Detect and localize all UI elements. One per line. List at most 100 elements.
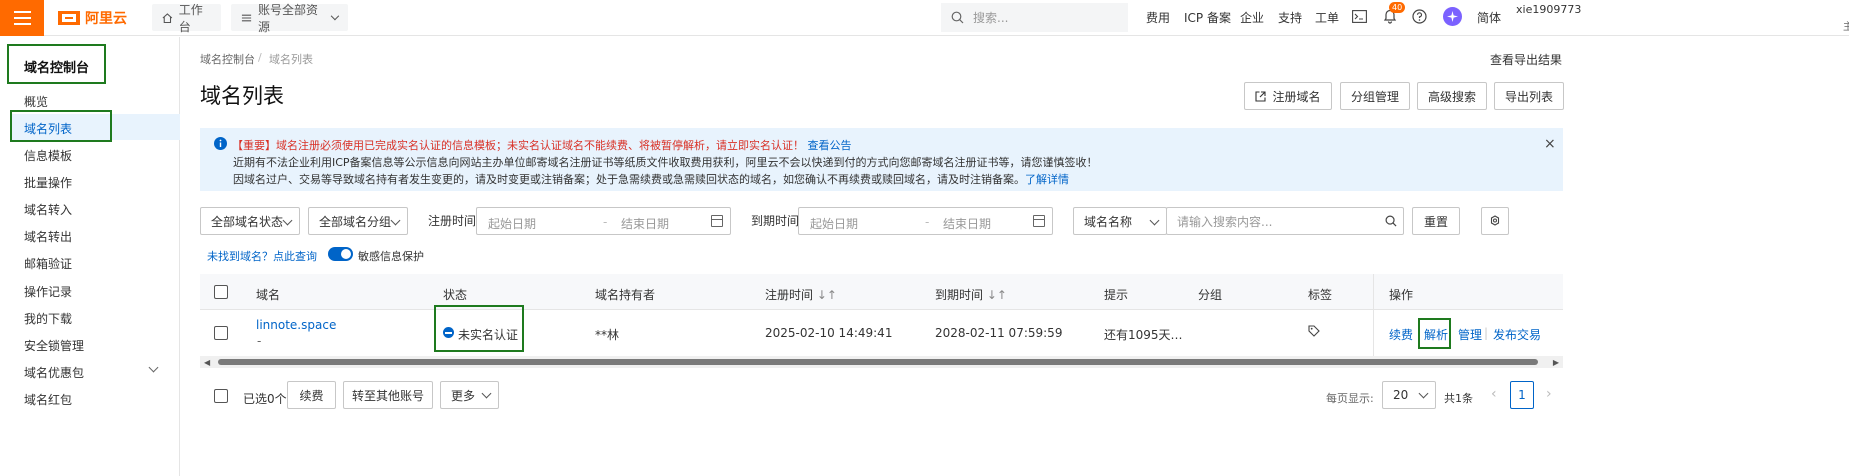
col-tags: 标签 [1308,288,1333,302]
next-page-icon[interactable]: › [1546,386,1552,402]
horizontal-scrollbar[interactable]: ◀ ▶ [200,356,1563,368]
global-search-input[interactable]: 搜索... [941,3,1128,32]
sidebar-title[interactable]: 域名控制台 [24,57,89,76]
aliyun-logo[interactable]: 阿里云 [58,8,127,28]
notice-announcement-link[interactable]: 查看公告 [808,139,852,152]
sidebar-item-transfer-out[interactable]: 域名转出 [24,228,72,245]
sensitive-label: 敏感信息保护 [358,250,424,263]
exp-time-range-input[interactable]: 起始日期 - 结束日期 [798,207,1053,235]
reset-button[interactable]: 重置 [1412,207,1460,235]
sidebar-item-email-verify[interactable]: 邮箱验证 [24,255,72,272]
export-list-button[interactable]: 导出列表 [1494,82,1564,110]
page-1-button[interactable]: 1 [1510,381,1534,409]
close-icon[interactable]: × [1544,136,1556,152]
user-name[interactable]: xie1909773 [1516,3,1581,16]
register-domain-button[interactable]: 注册域名 [1244,82,1332,110]
breadcrumb-root[interactable]: 域名控制台 [200,51,255,67]
search-icon [951,11,964,24]
domain-sub: - [257,334,262,348]
sidebar-item-security-lock[interactable]: 安全锁管理 [24,337,84,354]
reg-time-label: 注册时间 [428,214,477,228]
sidebar-item-discount-pack[interactable]: 域名优惠包 [24,364,84,381]
chevron-down-icon[interactable] [148,362,159,373]
home-icon [162,12,173,23]
menu-icon[interactable] [0,0,44,36]
prev-page-icon[interactable]: ‹ [1491,386,1497,402]
nav-ticket[interactable]: 工单 [1315,9,1339,26]
hint-cell: 还有1095天… [1104,328,1183,342]
notice-details-link[interactable]: 了解详情 [1025,173,1069,186]
notification-badge: 40 [1389,2,1406,13]
sidebar-item-op-log[interactable]: 操作记录 [24,283,72,300]
reg-time-cell: 2025-02-10 14:49:41 [765,326,893,340]
more-actions-button[interactable]: 更多 [440,381,499,409]
group-manage-button[interactable]: 分组管理 [1340,82,1410,110]
col-exp-time[interactable]: 到期时间 ↓↑ [935,286,1007,303]
total-count: 共1条 [1444,392,1473,405]
col-owner: 域名持有者 [595,288,656,302]
col-reg-time[interactable]: 注册时间 ↓↑ [765,286,837,303]
sidebar-item-domain-list[interactable]: 域名列表 [24,120,72,137]
sidebar-item-transfer-in[interactable]: 域名转入 [24,201,72,218]
nav-billing[interactable]: 费用 [1146,9,1170,26]
sidebar-item-templates[interactable]: 信息模板 [24,147,72,164]
col-status: 状态 [443,288,468,302]
calendar-icon [1033,215,1045,227]
footer-select-all-checkbox[interactable] [214,389,228,403]
sidebar-item-downloads[interactable]: 我的下载 [24,310,72,327]
nav-icp[interactable]: ICP 备案 [1184,9,1231,26]
renew-link[interactable]: 续费 [1389,326,1413,343]
page-size-select[interactable]: 20 [1382,381,1436,409]
tag-icon[interactable] [1308,325,1320,337]
domain-search-input[interactable]: 请输入搜索内容... [1166,207,1404,235]
manage-link[interactable]: 管理 [1458,326,1482,343]
logo-text: 阿里云 [85,11,127,27]
resource-group-select[interactable]: 账号全部资源 [231,3,348,34]
transfer-account-button[interactable]: 转至其他账号 [343,381,433,409]
gear-icon [1490,215,1500,226]
batch-renew-button[interactable]: 续费 [287,381,336,409]
select-all-checkbox[interactable] [214,285,228,299]
publish-trade-link[interactable]: 发布交易 [1493,326,1541,343]
sidebar-item-batch[interactable]: 批量操作 [24,174,72,191]
sidebar-item-red-packet[interactable]: 域名红包 [24,391,72,408]
status-badge: 未实名认证 [458,328,519,342]
scroll-right-icon[interactable]: ▶ [1553,358,1559,367]
scrollbar-thumb[interactable] [218,359,1538,365]
terminal-icon[interactable] [1352,10,1367,23]
nav-enterprise[interactable]: 企业 [1240,9,1264,26]
workbench-button[interactable]: 工作台 [152,3,221,34]
owner-cell: **林 [595,328,620,342]
selected-count: 已选0个 [243,392,287,406]
chevron-down-icon [1149,215,1160,226]
col-group: 分组 [1198,288,1223,302]
scroll-left-icon[interactable]: ◀ [204,358,210,367]
status-filter-select[interactable]: 全部域名状态 [200,207,300,235]
view-export-link[interactable]: 查看导出结果 [1490,51,1562,68]
ai-assistant-icon[interactable] [1443,7,1462,26]
col-operations: 操作 [1389,288,1414,302]
nav-support[interactable]: 支持 [1278,9,1302,26]
help-icon[interactable] [1412,9,1427,24]
reg-time-range-input[interactable]: 起始日期 - 结束日期 [476,207,731,235]
sort-icon[interactable]: ↓↑ [817,288,837,302]
language-switch[interactable]: 简体 [1477,9,1501,26]
calendar-icon [711,215,723,227]
notice-line-3: 因域名过户、交易等导致域名持有者发生变更的，请及时变更或注销备案；处于急需续费或… [233,173,1069,186]
sidebar: 域名控制台 概览 域名列表 信息模板 批量操作 域名转入 域名转出 邮箱验证 操… [0,37,180,476]
breadcrumb-current: 域名列表 [269,53,313,66]
row-checkbox[interactable] [214,326,228,340]
not-found-query-link[interactable]: 未找到域名？点此查询 [207,248,317,264]
search-field-select[interactable]: 域名名称 [1073,207,1167,235]
info-icon [214,137,227,150]
dns-resolve-link[interactable]: 解析 [1424,326,1448,343]
sidebar-item-overview[interactable]: 概览 [24,93,48,110]
sort-icon[interactable]: ↓↑ [987,288,1007,302]
sensitive-toggle[interactable] [328,247,353,261]
domain-name-link[interactable]: linnote.space [256,318,336,332]
advanced-search-button[interactable]: 高级搜索 [1417,82,1487,110]
search-icon[interactable] [1385,215,1397,227]
chevron-down-icon [481,388,492,399]
group-filter-select[interactable]: 全部域名分组 [308,207,408,235]
settings-button[interactable] [1481,207,1509,235]
